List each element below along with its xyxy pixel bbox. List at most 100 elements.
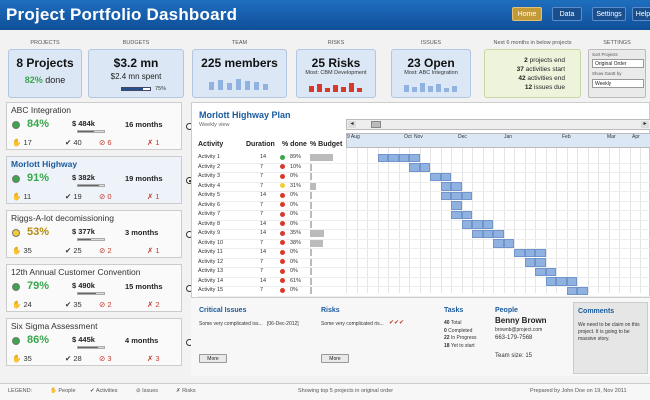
next6-num: 42 bbox=[518, 75, 526, 82]
project-name[interactable]: 12th Annual Customer Convention bbox=[11, 267, 140, 277]
project-budget-bar bbox=[77, 238, 105, 241]
project-name[interactable]: ABC Integration bbox=[11, 105, 71, 115]
activity-pct-done: 0% bbox=[290, 192, 298, 198]
activity-name: Activity 9 bbox=[198, 230, 221, 236]
project-people: ✋ 11 bbox=[12, 192, 31, 201]
next6-num: 12 bbox=[524, 84, 533, 91]
plan-subtitle: Weekly view bbox=[199, 122, 230, 128]
gantt-bar-cell bbox=[419, 163, 430, 172]
project-budget: $ 484k bbox=[72, 119, 95, 128]
team-bar bbox=[227, 83, 232, 90]
team-bar bbox=[254, 82, 259, 90]
gantt-scrollbar[interactable]: ◂ ▸ bbox=[346, 119, 650, 130]
checkmark-icon: ✔ bbox=[65, 300, 72, 309]
project-activities-count: 19 bbox=[73, 192, 82, 201]
activity-row[interactable]: Activity 9 14 35% bbox=[198, 229, 650, 239]
activity-budget-bar bbox=[310, 277, 312, 285]
risks-more-button[interactable]: More bbox=[321, 354, 349, 363]
activity-row[interactable]: Activity 4 7 31% bbox=[198, 182, 650, 192]
activity-row[interactable]: Activity 5 14 0% bbox=[198, 191, 650, 201]
risks-card: 25 Risks Most: CBM Development bbox=[296, 49, 376, 98]
project-people-count: 35 bbox=[23, 354, 32, 363]
plan-title: Morlott Highway Plan bbox=[199, 110, 291, 120]
risk-text: Some very complicated ris... bbox=[321, 321, 384, 327]
project-card[interactable]: Six Sigma Assessment 86% $ 445k 4 months ✋ 3… bbox=[6, 318, 193, 366]
activity-status-dot-icon bbox=[280, 287, 285, 293]
warning-icon: ⊘ bbox=[99, 300, 106, 309]
activity-row[interactable]: Activity 13 7 0% bbox=[198, 267, 650, 277]
people-icon: ✋ bbox=[12, 354, 22, 363]
nav-help-button[interactable]: Help bbox=[632, 7, 650, 21]
gantt-month-label: 9 Aug bbox=[347, 134, 360, 140]
activity-row[interactable]: Activity 3 7 0% bbox=[198, 172, 650, 182]
activity-row[interactable]: Activity 1 14 89% bbox=[198, 153, 650, 163]
issue-bar bbox=[404, 85, 409, 92]
project-risks-count: 1 bbox=[155, 192, 160, 201]
project-card[interactable]: ABC Integration 84% $ 484k 16 months ✋ 17 ✔ 4… bbox=[6, 102, 193, 150]
project-name[interactable]: Six Sigma Assessment bbox=[11, 321, 97, 331]
people-icon: ✋ bbox=[50, 388, 57, 394]
person-email[interactable]: brownb@project.com bbox=[495, 327, 542, 333]
activity-row[interactable]: Activity 10 7 38% bbox=[198, 239, 650, 249]
scroll-thumb[interactable] bbox=[371, 121, 381, 128]
activity-status-dot-icon bbox=[280, 173, 285, 179]
project-name[interactable]: Morlott Highway bbox=[11, 159, 77, 169]
activity-name: Activity 10 bbox=[198, 239, 224, 246]
project-duration: 15 months bbox=[125, 282, 163, 291]
tasks-title: Tasks bbox=[444, 307, 464, 314]
project-card[interactable]: Morlott Highway 91% $ 382k 19 months ✋ 11 ✔ 1… bbox=[6, 156, 193, 204]
task-label: In Progress bbox=[450, 335, 477, 341]
gantt-month-label: Dec bbox=[458, 134, 467, 140]
gantt-bar-cell bbox=[461, 220, 472, 229]
critical-issue-date: [06-Dec-2012] bbox=[267, 321, 299, 327]
issues-card: 23 Open Most: ABC Integration bbox=[391, 49, 471, 98]
legend-people-label: People bbox=[58, 388, 76, 394]
project-activities: ✔ 40 bbox=[65, 138, 82, 147]
critical-more-button[interactable]: More bbox=[199, 354, 227, 363]
activity-pct-done: 31% bbox=[290, 182, 302, 189]
nav-settings-button[interactable]: Settings bbox=[592, 7, 626, 21]
team-card: 225 members bbox=[192, 49, 287, 98]
task-count: 22 bbox=[444, 335, 450, 341]
activity-budget-bar bbox=[310, 182, 317, 190]
activity-duration: 7 bbox=[260, 258, 264, 265]
activity-pct-done: 0% bbox=[290, 258, 298, 265]
project-risks-count: 3 bbox=[155, 354, 160, 363]
activity-row[interactable]: Activity 11 14 0% bbox=[198, 248, 650, 258]
activity-row[interactable]: Activity 14 14 61% bbox=[198, 277, 650, 287]
status-dot-icon bbox=[12, 337, 20, 345]
activity-row[interactable]: Activity 12 7 0% bbox=[198, 258, 650, 268]
settings-card: Sort Projects Original Order Show Gantt … bbox=[588, 49, 646, 98]
gantt-bar-cell bbox=[388, 153, 399, 162]
scroll-right-button[interactable]: ▸ bbox=[641, 121, 649, 128]
activity-row[interactable]: Activity 6 7 0% bbox=[198, 201, 650, 211]
footer-right-text: Prepared by John Doe on 19, Nov 2011 bbox=[530, 388, 627, 394]
issues-most: Most: ABC Integration bbox=[404, 70, 458, 76]
activity-row[interactable]: Activity 8 14 0% bbox=[198, 220, 650, 230]
nav-home-button[interactable]: Home bbox=[512, 7, 542, 21]
task-count: 0 bbox=[444, 327, 447, 334]
project-name[interactable]: Riggs-A-lot decomissioning bbox=[11, 213, 114, 223]
nav-data-button[interactable]: Data bbox=[552, 7, 582, 21]
sort-projects-select[interactable]: Original Order bbox=[592, 59, 644, 68]
project-card[interactable]: Riggs-A-lot decomissioning 53% $ 377k 3 mon… bbox=[6, 210, 193, 258]
activity-duration: 14 bbox=[260, 192, 267, 198]
gantt-by-select[interactable]: Weekly bbox=[592, 79, 644, 88]
project-budget-bar bbox=[77, 292, 105, 295]
project-card[interactable]: 12th Annual Customer Convention 79% $ 490k… bbox=[6, 264, 193, 312]
risk-icon: ✗ bbox=[147, 354, 154, 363]
project-done-pct: 91% bbox=[27, 172, 50, 184]
issue-bar bbox=[452, 86, 457, 92]
activity-pct-done: 10% bbox=[290, 163, 302, 170]
scroll-left-button[interactable]: ◂ bbox=[348, 121, 356, 128]
project-issues-count: 2 bbox=[107, 300, 112, 309]
project-issues-count: 0 bbox=[107, 192, 112, 201]
project-budget-fill bbox=[78, 185, 99, 186]
comments-box: Comments We need to be claim on this pro… bbox=[573, 302, 648, 374]
legend-risks: ✗ Risks bbox=[176, 388, 196, 394]
activity-row[interactable]: Activity 7 7 0% bbox=[198, 210, 650, 220]
risks-label: RISKS bbox=[327, 40, 345, 46]
project-done-pct: 79% bbox=[27, 280, 50, 292]
gantt-bar-cell bbox=[451, 191, 462, 200]
project-activities: ✔ 35 bbox=[65, 300, 82, 309]
